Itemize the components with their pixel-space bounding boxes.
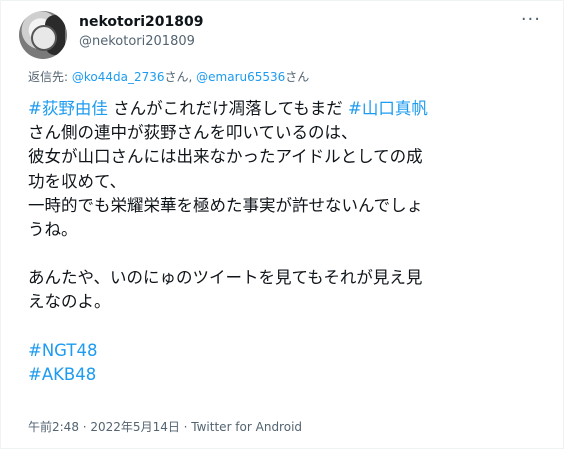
hashtag-yamaguchi[interactable]: #山口真帆 — [348, 99, 428, 118]
tweet-line-4: 功を収めて、 — [28, 171, 127, 191]
reply-prefix: 返信先: — [28, 70, 72, 84]
hashtag-ngt48[interactable]: #NGT48 — [28, 339, 548, 363]
tweet-line-1-text: さんがこれだけ凋落してもまだ — [107, 99, 348, 118]
tweet-line-7: あんたや、いのにゅのツイートを見てもそれが見え見 — [28, 268, 423, 288]
tweet-line-6: うね。 — [28, 220, 78, 240]
tweet-card: nekotori201809 @nekotori201809 ··· 返信先: … — [0, 0, 564, 449]
tweet-line-8: えなのよ。 — [28, 292, 111, 312]
reply-mention-2[interactable]: @emaru65536 — [196, 70, 285, 84]
display-name[interactable]: nekotori201809 — [79, 13, 203, 31]
tweet-line-1: #荻野由佳 さんがこれだけ凋落してもまだ #山口真帆 — [28, 97, 548, 121]
tweet-line-3: 彼女が山口さんには出来なかったアイドルとしての成 — [28, 147, 423, 167]
reply-mention-1[interactable]: @ko44da_2736 — [72, 70, 165, 84]
tweet-meta[interactable]: 午前2:48 · 2022年5月14日 · Twitter for Androi… — [28, 419, 302, 435]
avatar-face — [31, 25, 57, 51]
reply-suffix-2: さん — [285, 70, 310, 84]
more-options-icon[interactable]: ··· — [521, 9, 541, 30]
reply-context: 返信先: @ko44da_2736さん, @emaru65536さん — [28, 69, 309, 85]
user-handle[interactable]: @nekotori201809 — [79, 33, 195, 50]
reply-suffix-1: さん, — [164, 70, 197, 84]
tweet-line-2: さん側の連中が荻野さんを叩いているのは、 — [28, 123, 358, 143]
hashtag-ogino[interactable]: #荻野由佳 — [28, 99, 108, 118]
avatar[interactable] — [19, 11, 67, 59]
tweet-text: #荻野由佳 さんがこれだけ凋落してもまだ #山口真帆 さん側の連中が荻野さんを叩… — [28, 97, 548, 387]
hashtag-akb48[interactable]: #AKB48 — [28, 363, 548, 387]
tweet-line-5: 一時的でも栄耀栄華を極めた事実が許せないんでしょ — [28, 195, 424, 215]
